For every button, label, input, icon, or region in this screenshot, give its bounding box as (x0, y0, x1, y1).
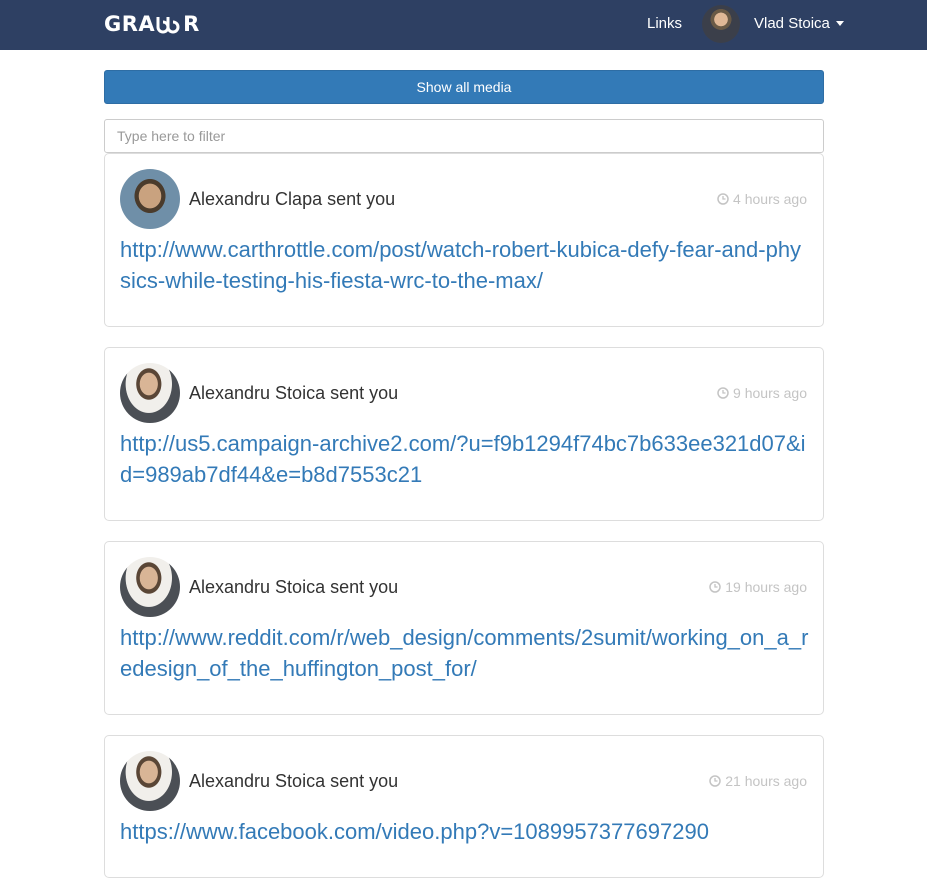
shared-link[interactable]: http://us5.campaign-archive2.com/?u=f9b1… (120, 428, 810, 490)
shared-link[interactable]: http://www.reddit.com/r/web_design/comme… (120, 622, 810, 684)
filter-input[interactable] (104, 119, 824, 153)
shared-link[interactable]: http://www.carthrottle.com/post/watch-ro… (120, 234, 810, 296)
top-navbar: GRA R Links Vlad Stoica (0, 0, 927, 50)
media-card: Alexandru Clapa sent you 4 hours ago htt… (104, 153, 824, 327)
clock-icon (709, 775, 722, 787)
logo-glyph-icon (156, 17, 180, 34)
media-card: Alexandru Stoica sent you 9 hours ago ht… (104, 347, 824, 521)
user-avatar[interactable] (702, 5, 740, 43)
timestamp-text: 19 hours ago (725, 579, 807, 595)
avatar (120, 363, 180, 423)
timestamp-text: 21 hours ago (725, 773, 807, 789)
sender-label: Alexandru Clapa sent you (189, 189, 396, 209)
clock-icon (709, 581, 722, 593)
logo-wordmark-end: R (183, 12, 200, 36)
user-menu[interactable]: Vlad Stoica (754, 15, 844, 32)
timestamp: 19 hours ago (709, 579, 807, 595)
clock-icon (717, 193, 729, 205)
user-name: Vlad Stoica (754, 15, 830, 32)
timestamp-text: 4 hours ago (733, 191, 807, 207)
caret-down-icon (835, 21, 844, 26)
show-all-media-button[interactable]: Show all media (104, 70, 824, 104)
sender-label: Alexandru Stoica sent you (189, 577, 399, 597)
avatar (120, 169, 180, 229)
shared-link[interactable]: https://www.facebook.com/video.php?v=108… (120, 816, 810, 847)
sender-label: Alexandru Stoica sent you (189, 383, 399, 403)
media-card: Alexandru Stoica sent you 21 hours ago h… (104, 735, 824, 878)
app-logo[interactable]: GRA R (104, 9, 200, 39)
clock-icon (717, 387, 729, 399)
avatar (120, 751, 180, 811)
timestamp: 9 hours ago (717, 385, 807, 401)
timestamp: 21 hours ago (709, 773, 807, 789)
sender-label: Alexandru Stoica sent you (189, 771, 399, 791)
media-card: Alexandru Stoica sent you 19 hours ago h… (104, 541, 824, 715)
timestamp: 4 hours ago (717, 191, 807, 207)
avatar (120, 557, 180, 617)
timestamp-text: 9 hours ago (733, 385, 807, 401)
logo-wordmark: GRA (104, 12, 156, 36)
nav-link-links[interactable]: Links (647, 15, 682, 32)
